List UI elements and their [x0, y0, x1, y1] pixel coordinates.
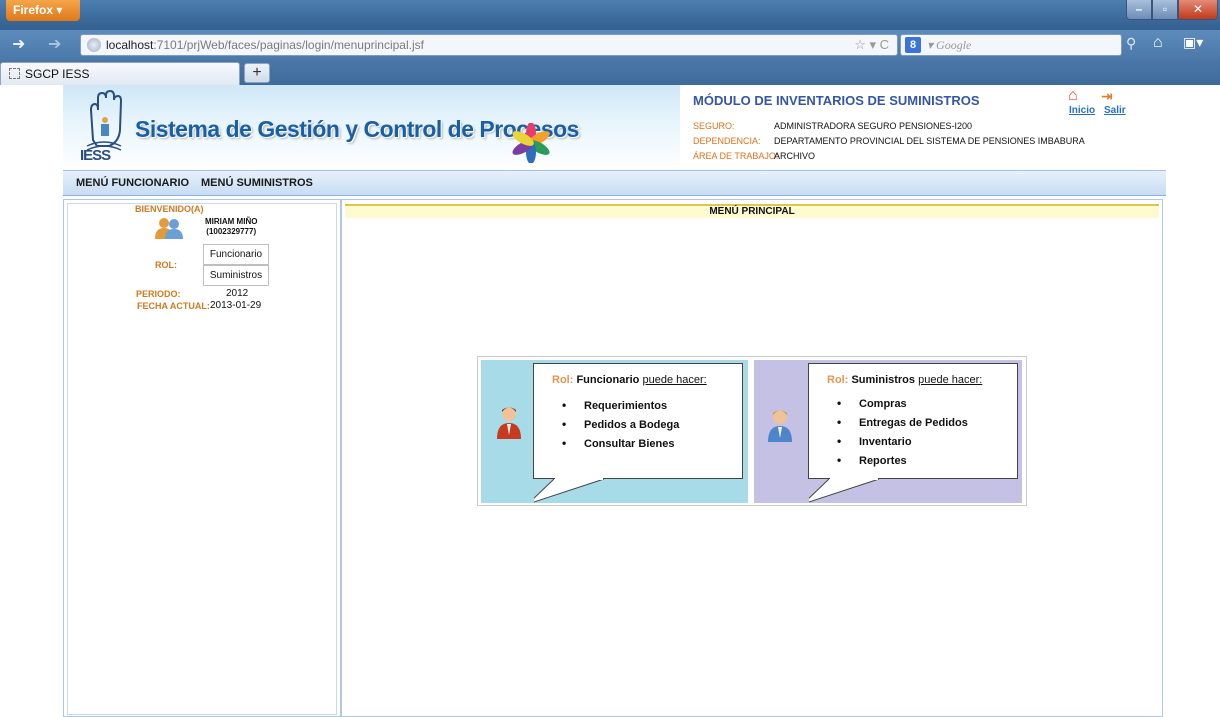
google-engine-icon[interactable]: 8 [905, 37, 921, 53]
url-bar[interactable]: localhost:7101/prjWeb/faces/paginas/logi… [80, 34, 898, 56]
sidebar-inner [67, 203, 337, 715]
main-content: MENÚ PRINCIPAL Rol: Funcionario puede ha… [341, 199, 1163, 717]
minimize-button[interactable]: – [1126, 0, 1152, 20]
funcionario-heading: Rol: Funcionario puede hacer: [552, 374, 707, 386]
tab-strip: SGCP IESS [0, 60, 1220, 85]
fecha-actual-label: FECHA ACTUAL: [137, 301, 210, 311]
bookmark-star-icon[interactable]: ☆ ▾ C [854, 37, 889, 53]
search-magnifier-icon[interactable]: ⚲ [1126, 35, 1136, 52]
role-funcionario[interactable]: Funcionario [203, 244, 269, 265]
menu-suministros[interactable]: MENÚ SUMINISTROS [201, 177, 313, 189]
inicio-link[interactable]: Inicio [1069, 105, 1095, 116]
logout-icon[interactable]: ⇥ [1101, 88, 1113, 105]
url-host: localhost [106, 38, 154, 52]
web-page: IESS Sistema de Gestión y Control de Pro… [0, 85, 1220, 717]
home-icon[interactable]: ⌂ [1068, 87, 1078, 105]
info-key: SEGURO: [693, 121, 735, 131]
iess-hand-logo-icon [86, 90, 123, 151]
maximize-button[interactable]: ▫ [1152, 0, 1178, 20]
tab-sgcp-iess[interactable]: SGCP IESS [0, 62, 240, 85]
main-menubar: MENÚ FUNCIONARIO MENÚ SUMINISTROS [63, 170, 1166, 196]
suministros-speech-bubble: Rol: Suministros puede hacer: Compras En… [808, 363, 1018, 503]
info-row-seguro: SEGURO: ADMINISTRADORA SEGURO PENSIONES-… [693, 121, 1093, 133]
users-icon [155, 218, 183, 239]
new-tab-button[interactable]: + [244, 63, 270, 83]
user-name: MIRIAM MIÑO [205, 217, 258, 226]
role-suministros[interactable]: Suministros [203, 265, 269, 286]
browser-navbar: ➜ ➔ localhost:7101/prjWeb/faces/paginas/… [0, 30, 1220, 60]
info-key: ÁREA DE TRABAJO: [693, 151, 779, 161]
can-do-text: puede hacer: [642, 374, 707, 386]
firefox-menu-label: Firefox [13, 3, 54, 17]
user-sidebar: BIENVENIDO(A) MIRIAM MIÑO (1002329777) R… [63, 199, 341, 717]
url-text: localhost:7101/prjWeb/faces/paginas/logi… [106, 38, 424, 52]
user-name-block: MIRIAM MIÑO (1002329777) [205, 217, 257, 237]
salir-link[interactable]: Salir [1104, 105, 1126, 116]
tab-title: SGCP IESS [25, 67, 90, 81]
main-menu-header: MENÚ PRINCIPAL [345, 204, 1159, 218]
fecha-actual-value: 2013-01-29 [210, 300, 262, 311]
new-tab-label: + [252, 64, 262, 81]
rol-word: Rol: [827, 374, 849, 386]
forward-arrow-icon[interactable]: ➔ [48, 35, 61, 55]
bubble-tail [534, 478, 605, 503]
can-do-text: puede hacer: [918, 374, 983, 386]
role-panel-suministros: Rol: Suministros puede hacer: Compras En… [754, 360, 1022, 503]
roles-panel-container: Rol: Funcionario puede hacer: Requerimie… [477, 356, 1027, 506]
funcionario-person-icon [497, 407, 521, 439]
periodo-value: 2012 [226, 288, 249, 299]
welcome-label: BIENVENIDO(A) [135, 204, 204, 214]
url-path: :7101/prjWeb/faces/paginas/login/menupri… [153, 38, 424, 52]
info-value: DEPARTAMENTO PROVINCIAL DEL SISTEMA DE P… [774, 136, 1085, 146]
list-item: Pedidos a Bodega [566, 417, 679, 436]
home-icon[interactable]: ⌂ [1153, 34, 1163, 52]
user-id: (1002329777) [206, 227, 257, 236]
close-window-button[interactable]: ✕ [1178, 0, 1218, 20]
search-placeholder: ▾ Google [927, 38, 972, 52]
info-row-dependencia: DEPENDENCIA: DEPARTAMENTO PROVINCIAL DEL… [693, 136, 1093, 148]
list-item: Consultar Bienes [566, 436, 679, 455]
list-item: Entregas de Pedidos [841, 415, 968, 434]
info-value: ADMINISTRADORA SEGURO PENSIONES-I200 [774, 121, 973, 131]
periodo-label: PERIODO: [136, 289, 181, 299]
rol-word: Rol: [552, 374, 574, 386]
list-item: Inventario [841, 434, 968, 453]
module-title: MÓDULO DE INVENTARIOS DE SUMINISTROS [693, 93, 980, 108]
suministros-heading: Rol: Suministros puede hacer: [827, 374, 982, 386]
pinwheel-logo-icon [512, 123, 550, 163]
role-name: Suministros [851, 374, 916, 386]
bubble-tail [809, 478, 880, 503]
browser-titlebar: Firefox ▾ – ▫ ✕ [0, 0, 1220, 30]
tab-favicon-icon [9, 68, 20, 79]
info-row-area-trabajo: ÁREA DE TRABAJO: ARCHIVO [693, 151, 1093, 163]
rol-label: ROL: [155, 260, 177, 270]
suministros-person-icon [768, 410, 792, 442]
role-panel-funcionario: Rol: Funcionario puede hacer: Requerimie… [481, 360, 748, 503]
list-item: Reportes [841, 453, 968, 472]
firefox-menu-button[interactable]: Firefox ▾ [6, 0, 80, 21]
list-item: Compras [841, 396, 968, 415]
search-engine-name: Google [936, 38, 972, 52]
info-key: DEPENDENCIA: [693, 136, 761, 146]
funcionario-actions-list: Requerimientos Pedidos a Bodega Consulta… [566, 398, 679, 455]
menu-funcionario[interactable]: MENÚ FUNCIONARIO [76, 177, 189, 189]
list-item: Requerimientos [566, 398, 679, 417]
iess-logo-text: IESS [80, 147, 111, 164]
back-arrow-icon[interactable]: ➜ [12, 35, 25, 55]
bookmarks-menu-icon[interactable]: ▣▾ [1183, 34, 1203, 51]
suministros-actions-list: Compras Entregas de Pedidos Inventario R… [841, 396, 968, 472]
funcionario-speech-bubble: Rol: Funcionario puede hacer: Requerimie… [533, 363, 743, 503]
site-identity-icon[interactable] [87, 38, 101, 52]
search-bar[interactable]: 8 ▾ Google [900, 34, 1122, 56]
info-value: ARCHIVO [774, 151, 816, 161]
role-name: Funcionario [576, 374, 640, 386]
